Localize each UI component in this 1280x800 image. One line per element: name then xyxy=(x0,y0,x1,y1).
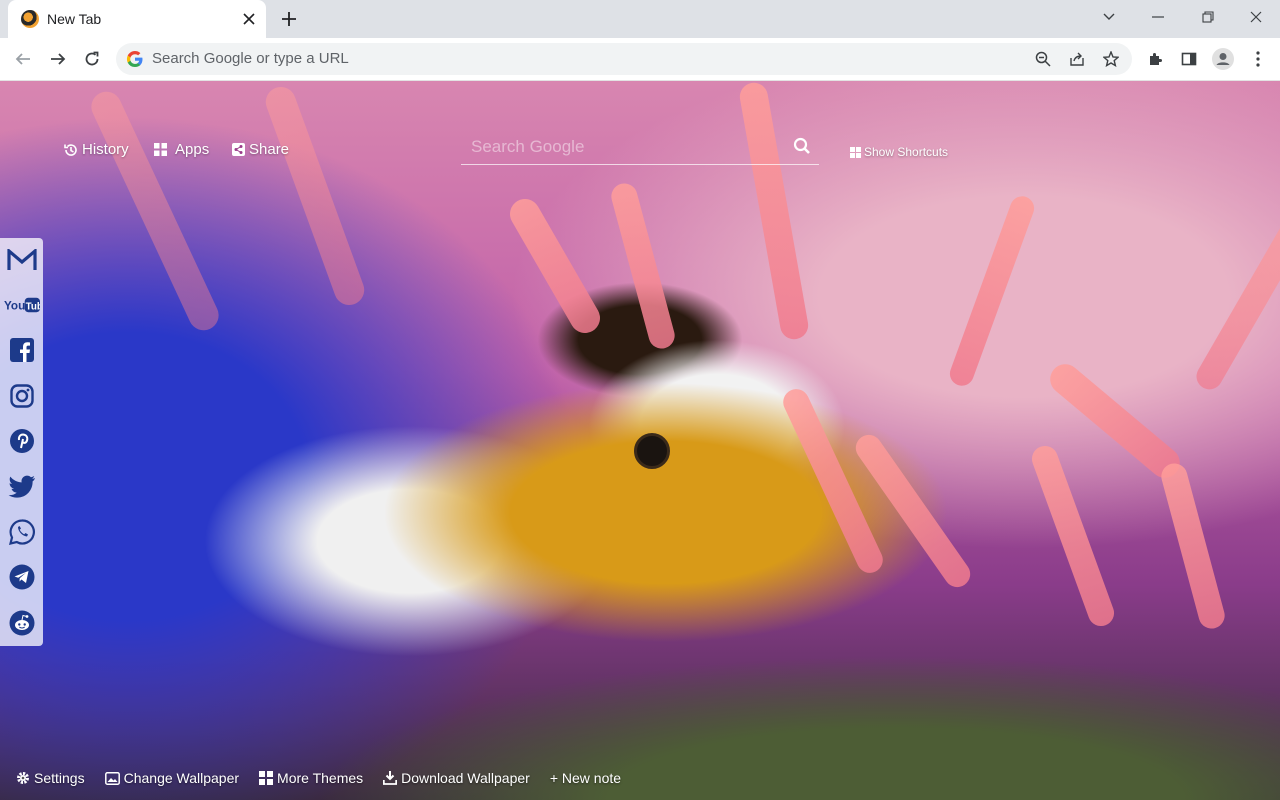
share-page-icon[interactable] xyxy=(1063,45,1091,73)
download-icon xyxy=(383,771,398,785)
menu-kebab-icon[interactable] xyxy=(1244,45,1272,73)
shortcuts-grid-icon xyxy=(850,146,861,158)
settings-button[interactable]: Settings xyxy=(16,770,85,786)
download-wallpaper-button[interactable]: Download Wallpaper xyxy=(383,770,530,786)
bookmark-star-icon[interactable] xyxy=(1097,45,1125,73)
new-tab-page: History Apps Share Show Shortcuts You xyxy=(0,81,1280,800)
whatsapp-icon[interactable] xyxy=(4,514,40,550)
extensions-icon[interactable] xyxy=(1141,45,1169,73)
reddit-icon[interactable] xyxy=(4,605,40,641)
telegram-icon[interactable] xyxy=(4,559,40,595)
change-wallpaper-label: Change Wallpaper xyxy=(123,770,240,786)
browser-toolbar: Search Google or type a URL xyxy=(0,38,1280,81)
twitter-icon[interactable] xyxy=(4,469,40,505)
restore-icon[interactable] xyxy=(1193,4,1223,30)
bottom-bar: Settings Change Wallpaper More Themes Do… xyxy=(16,770,641,786)
change-wallpaper-button[interactable]: Change Wallpaper xyxy=(104,770,240,786)
wallpaper-image xyxy=(0,81,1280,800)
settings-label: Settings xyxy=(34,770,85,786)
history-label: History xyxy=(82,141,129,158)
side-panel-icon[interactable] xyxy=(1175,45,1203,73)
apps-label: Apps xyxy=(175,141,210,158)
back-icon[interactable] xyxy=(9,45,37,73)
tab-title: New Tab xyxy=(47,11,102,27)
share-label: Share xyxy=(249,141,290,158)
share-link[interactable]: Share xyxy=(232,141,289,158)
history-link[interactable]: History xyxy=(64,141,129,158)
download-wallpaper-label: Download Wallpaper xyxy=(401,770,530,786)
show-shortcuts-link[interactable]: Show Shortcuts xyxy=(850,145,948,159)
profile-avatar-icon[interactable] xyxy=(1209,45,1237,73)
show-shortcuts-label: Show Shortcuts xyxy=(864,145,949,159)
omnibox-placeholder: Search Google or type a URL xyxy=(152,50,349,67)
pinterest-icon[interactable] xyxy=(4,423,40,459)
svg-text:Tube: Tube xyxy=(26,302,40,313)
social-sidebar: You Tube xyxy=(0,238,43,646)
more-themes-button[interactable]: More Themes xyxy=(259,770,363,786)
search-icon[interactable] xyxy=(789,133,815,159)
share-icon xyxy=(232,143,245,156)
tab-favicon-icon xyxy=(21,10,39,28)
new-tab-button[interactable] xyxy=(276,6,302,32)
apps-grid-icon xyxy=(154,143,167,156)
zoom-icon[interactable] xyxy=(1029,45,1057,73)
tab-search-icon[interactable] xyxy=(1094,4,1124,30)
more-themes-label: More Themes xyxy=(277,770,364,786)
gear-icon xyxy=(16,771,30,785)
minimize-icon[interactable] xyxy=(1143,4,1173,30)
image-icon xyxy=(104,771,120,785)
instagram-icon[interactable] xyxy=(4,378,40,414)
new-note-button[interactable]: + New note xyxy=(550,770,621,786)
search-box xyxy=(461,129,819,165)
close-window-icon[interactable] xyxy=(1241,4,1271,30)
tab-new-tab[interactable]: New Tab xyxy=(8,0,266,38)
gmail-icon[interactable] xyxy=(4,242,40,278)
search-input[interactable] xyxy=(471,133,781,161)
tab-strip: New Tab xyxy=(0,0,1280,38)
apps-link[interactable]: Apps xyxy=(154,141,209,158)
reload-icon[interactable] xyxy=(78,45,106,73)
new-note-label: + New note xyxy=(549,770,622,786)
omnibox[interactable]: Search Google or type a URL xyxy=(116,43,1132,75)
facebook-icon[interactable] xyxy=(4,332,40,368)
close-icon[interactable] xyxy=(238,8,260,30)
svg-text:You: You xyxy=(4,300,25,313)
youtube-icon[interactable]: You Tube xyxy=(4,287,40,323)
google-icon xyxy=(126,50,144,68)
forward-icon[interactable] xyxy=(44,45,72,73)
themes-grid-icon xyxy=(259,771,274,785)
history-icon xyxy=(64,143,78,157)
